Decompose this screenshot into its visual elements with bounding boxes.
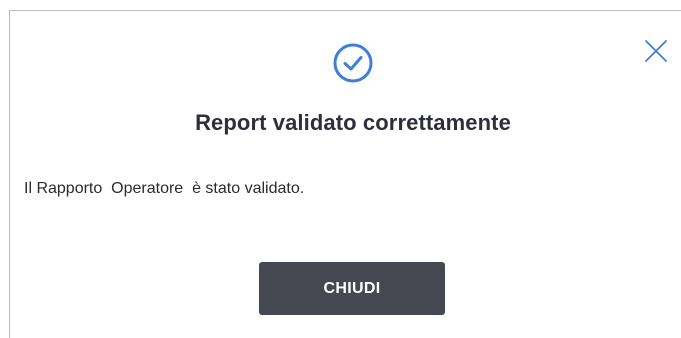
- close-icon[interactable]: [643, 38, 669, 64]
- check-circle-icon: [332, 42, 374, 84]
- dialog-border-top: [9, 10, 681, 11]
- validation-success-dialog: Report validato correttamente Il Rapport…: [0, 0, 681, 338]
- dialog-border-left: [9, 10, 10, 338]
- close-button[interactable]: CHIUDI: [259, 262, 445, 315]
- dialog-message: Il Rapporto Operatore è stato validato.: [24, 180, 305, 197]
- dialog-title: Report validato correttamente: [195, 110, 511, 135]
